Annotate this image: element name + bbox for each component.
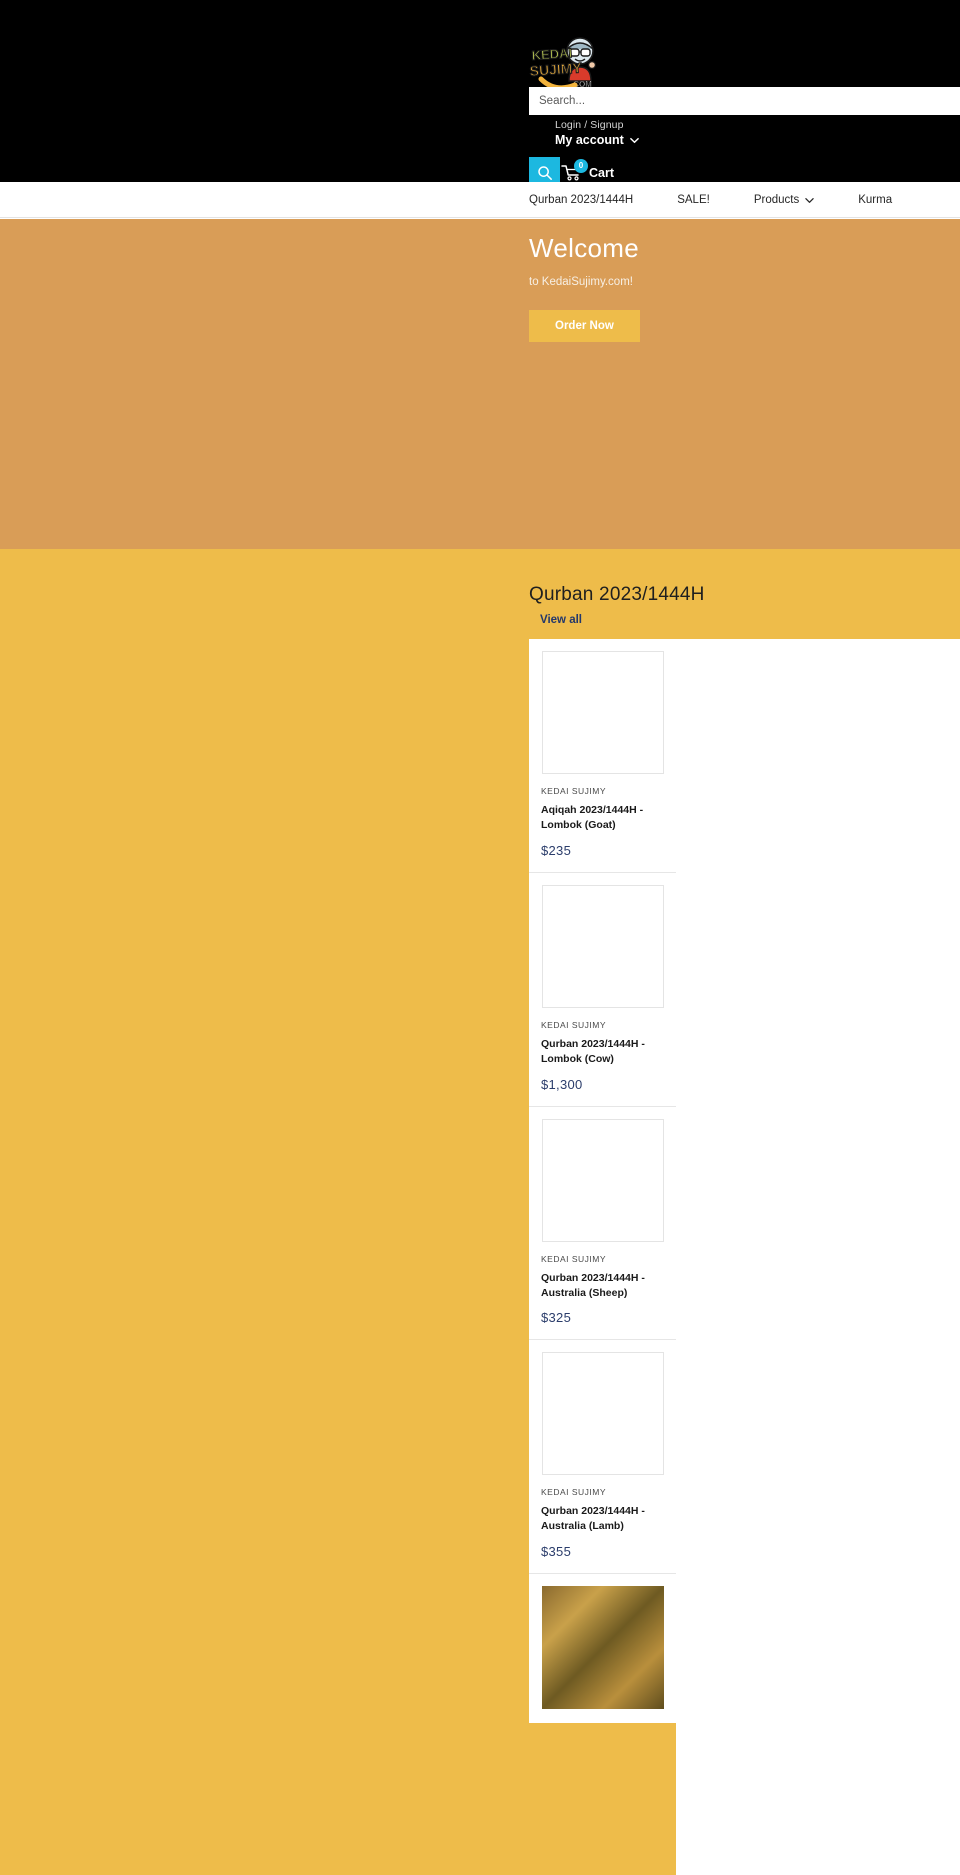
collection-header: Qurban 2023/1444H View all [529,584,960,626]
product-vendor: KEDAI SUJIMY [541,1253,607,1264]
storefront-page: KEDAI SUJIMY .COM Search... Login / Sign… [0,0,960,1875]
product-price: $355 [541,1544,572,1560]
hero-banner: Welcome to KedaiSujimy.com! Order Now [0,219,960,549]
product-vendor: KEDAI SUJIMY [541,1019,607,1030]
main-navigation: Qurban 2023/1444H SALE! Products Kurma [0,182,960,218]
view-all-link[interactable]: View all [540,614,960,626]
product-image [541,1352,664,1476]
product-card[interactable]: KEDAI SUJIMY Qurban 2023/1444H - Austral… [529,1340,676,1575]
product-title: Qurban 2023/1444H - Australia (Lamb) [541,1505,645,1533]
search-icon [537,165,552,180]
product-title: Qurban 2023/1444H - Australia (Sheep) [541,1271,645,1299]
product-price: $325 [541,1310,572,1326]
product-card[interactable]: KEDAI SUJIMY Qurban 2023/1444H - Lombok … [529,872,676,1107]
cart-count-badge: 0 [574,159,588,173]
product-title: Aqiqah 2023/1444H - Lombok (Goat) [541,804,644,831]
product-price: $1,300 [541,1076,583,1092]
nav-item-sale[interactable]: SALE! [677,194,732,206]
my-account-menu[interactable]: My account [555,133,639,147]
site-header: KEDAI SUJIMY .COM Search... Login / Sign… [0,22,960,188]
hero-subtitle: to KedaiSujimy.com! [529,276,633,289]
product-title: Qurban 2023/1444H - Lombok (Cow) [541,1037,645,1065]
nav-item-label: Products [753,194,800,206]
product-list: KEDAI SUJIMY Aqiqah 2023/1444H - Lombok … [529,639,676,1724]
product-vendor: KEDAI SUJIMY [541,1487,607,1498]
nav-items-container: Qurban 2023/1444H SALE! Products Kurma [529,182,892,218]
logo-icon: KEDAI SUJIMY .COM [529,37,596,91]
product-card[interactable]: KEDAI SUJIMY Qurban 2023/1444H - Austral… [529,1106,676,1341]
hero-title: Welcome [529,233,639,263]
product-image [541,1118,664,1242]
nav-item-qurban[interactable]: Qurban 2023/1444H [529,194,655,206]
collection-title: Qurban 2023/1444H [529,584,705,605]
nav-item-label: Qurban 2023/1444H [529,194,634,206]
chevron-down-icon [629,137,639,143]
product-collection-section: Qurban 2023/1444H View all KEDAI SUJIMY … [0,549,960,1875]
product-image [541,651,664,774]
nav-item-label: Kurma [858,194,893,206]
search-placeholder: Search... [539,95,586,107]
collection-gutter [676,639,960,1875]
announcement-bar [0,0,960,22]
account-and-cart-block: Login / Signup My account 0 Cart [529,115,960,188]
nav-item-label: SALE! [677,194,710,206]
product-price: $235 [541,842,572,858]
nav-item-kurma[interactable]: Kurma [858,194,892,206]
product-image [541,1586,664,1710]
site-logo[interactable]: KEDAI SUJIMY .COM [529,35,601,95]
hero-content: Welcome to KedaiSujimy.com! Order Now [529,233,960,343]
product-card[interactable]: KEDAI SUJIMY Aqiqah 2023/1444H - Lombok … [529,639,676,873]
nav-item-products[interactable]: Products [754,194,836,206]
chevron-down-icon [805,197,814,203]
cart-icon-wrapper: 0 [561,159,588,183]
product-vendor: KEDAI SUJIMY [541,786,607,796]
order-now-button[interactable]: Order Now [529,310,640,343]
search-input[interactable]: Search... [529,87,960,115]
product-image [541,884,664,1008]
product-card[interactable] [529,1574,676,1724]
cart-label: Cart [589,166,615,180]
login-signup-link[interactable]: Login / Signup [555,119,624,131]
my-account-label: My account [555,133,624,147]
